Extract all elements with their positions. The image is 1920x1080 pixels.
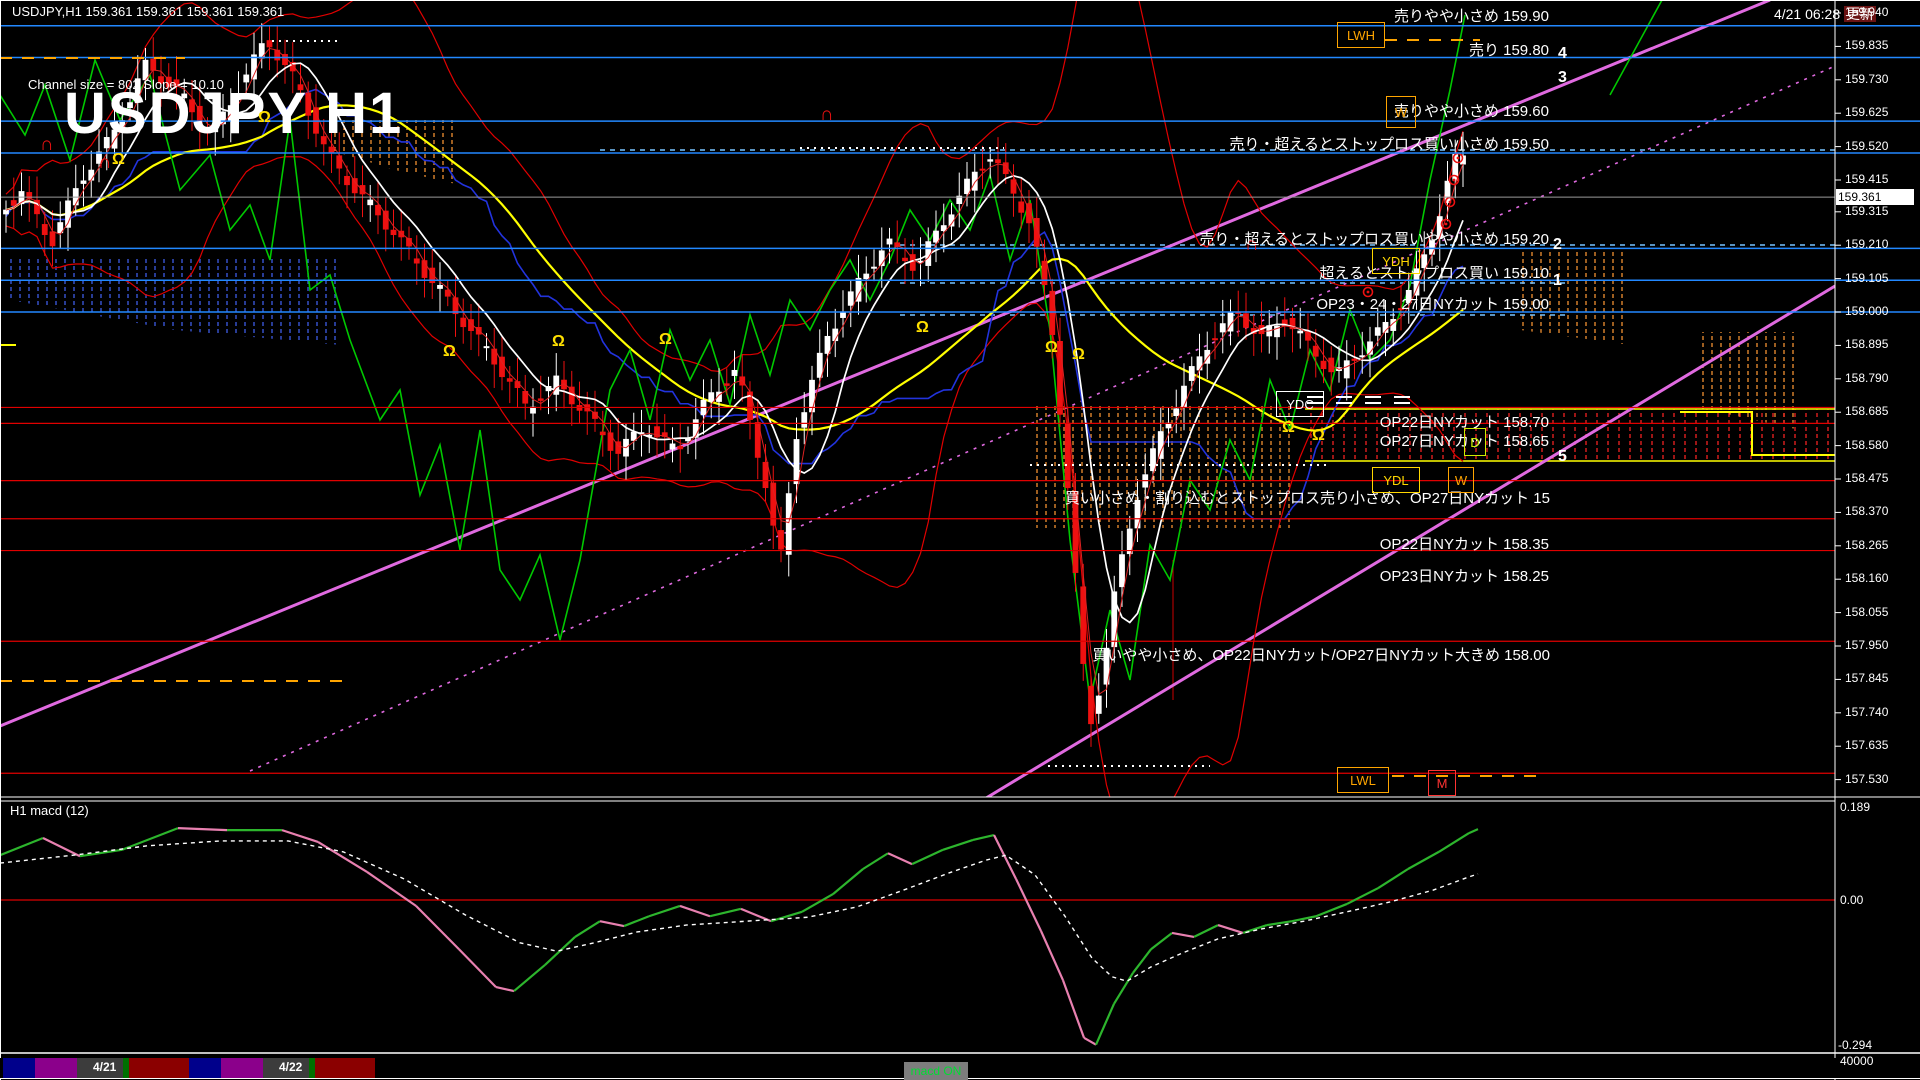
price-axis-label: 158.475 <box>1845 471 1888 485</box>
timeline-date-label: 4/22 <box>279 1060 302 1074</box>
price-axis-label: 158.790 <box>1845 371 1888 385</box>
omega-buy-signal-icon: Ω <box>659 331 672 349</box>
price-axis-label: 158.265 <box>1845 538 1888 552</box>
mt4-chart-window: USDJPY,H1 159.361 159.361 159.361 159.36… <box>0 0 1920 1080</box>
price-axis-label: 158.160 <box>1845 571 1888 585</box>
price-chart-canvas[interactable] <box>0 0 1920 1080</box>
price-axis-label: 159.520 <box>1845 139 1888 153</box>
omega-buy-signal-icon: Ω <box>258 109 271 127</box>
marker-box-ydc: YDC <box>1276 391 1324 417</box>
omega-buy-signal-icon: Ω <box>443 343 456 361</box>
price-level-annotation: 売り・超えるとストップロス買いやや小さめ 159.20 <box>1199 228 1549 249</box>
price-axis-label: 159.210 <box>1845 237 1888 251</box>
session-segment <box>35 1058 77 1078</box>
price-level-annotation: OP23日NYカット 158.25 <box>1380 565 1549 586</box>
current-price-box: 159.361 <box>1836 189 1914 205</box>
marker-box-ydl: YDL <box>1372 467 1420 493</box>
macd-axis-label: -0.294 <box>1838 1038 1872 1052</box>
marker-box-lwh: LWH <box>1337 22 1385 48</box>
omega-buy-signal-icon: Ω <box>1312 427 1325 445</box>
session-segment <box>3 1058 35 1078</box>
price-axis-label: 157.740 <box>1845 705 1888 719</box>
price-axis-label: 159.315 <box>1845 204 1888 218</box>
price-axis-label: 157.845 <box>1845 671 1888 685</box>
macd-axis-label: 40000 <box>1840 1054 1873 1068</box>
price-axis-label: 159.415 <box>1845 172 1888 186</box>
candlesticks <box>4 23 1466 747</box>
price-axis-label: 157.530 <box>1845 772 1888 786</box>
pattern-number-label: 4 <box>1558 45 1567 63</box>
macd-axis-label: 0.189 <box>1840 800 1870 814</box>
price-level-annotation: OP23・24・27日NYカット 159.00 <box>1316 293 1549 314</box>
marker-box-d: D <box>1464 428 1486 456</box>
macd-axis-label: 0.00 <box>1840 893 1863 907</box>
marker-box-w: W <box>1448 467 1474 493</box>
pattern-number-label: 5 <box>1558 448 1567 466</box>
omega-buy-signal-icon: Ω <box>552 333 565 351</box>
session-segment <box>309 1058 315 1078</box>
price-level-annotation: 売りやや小さめ 159.90 <box>1394 5 1549 26</box>
price-axis-label: 157.635 <box>1845 738 1888 752</box>
price-level-annotation: OP22日NYカット 158.35 <box>1380 533 1549 554</box>
price-level-annotation: 買いやや小さめ、OP22日NYカット/OP27日NYカット大きめ 158.00 <box>1092 644 1550 665</box>
price-level-annotation: 買い小さめ・割り込むとストップロス売り小さめ、OP27日NYカット 15 <box>1065 487 1550 508</box>
price-axis-label: 157.950 <box>1845 638 1888 652</box>
price-axis-label: 159.625 <box>1845 105 1888 119</box>
price-level-annotation: 超えるとストップロス買い 159.10 <box>1319 262 1549 283</box>
price-axis-label: 159.940 <box>1845 5 1888 19</box>
price-level-annotation: 売りやや小さめ 159.60 <box>1394 100 1549 121</box>
price-level-annotation: 売り 159.80 <box>1469 39 1549 60</box>
price-axis-label: 158.370 <box>1845 504 1888 518</box>
main-chart-area[interactable] <box>0 0 1862 850</box>
price-axis-label: 159.000 <box>1845 304 1888 318</box>
macd-toggle-button[interactable]: macd ON <box>904 1062 968 1080</box>
session-segment <box>189 1058 221 1078</box>
ichimoku-cloud-blue <box>10 258 340 345</box>
price-axis-label: 158.580 <box>1845 438 1888 452</box>
price-axis-label: 159.730 <box>1845 72 1888 86</box>
marker-box-lwl: LWL <box>1337 767 1389 793</box>
price-axis-label: 158.895 <box>1845 337 1888 351</box>
price-level-annotation: 売り・超えるとストップロス買い小さめ 159.50 <box>1229 133 1549 154</box>
price-axis-label: 158.055 <box>1845 605 1888 619</box>
session-segment <box>221 1058 263 1078</box>
pattern-number-label: 3 <box>1558 69 1567 87</box>
marker-box-m: M <box>1428 770 1456 796</box>
pattern-number-label: 1 <box>1553 272 1562 290</box>
price-axis-label: 159.835 <box>1845 38 1888 52</box>
omega-buy-signal-icon: Ω <box>112 151 125 169</box>
arch-sell-signal-icon: ∩ <box>40 134 54 156</box>
omega-buy-signal-icon: Ω <box>1072 346 1085 364</box>
session-segment <box>123 1058 129 1078</box>
marker-box-w: W <box>1386 96 1416 128</box>
session-segment <box>315 1058 375 1078</box>
price-axis-label: 158.685 <box>1845 404 1888 418</box>
pattern-number-label: 2 <box>1553 236 1562 254</box>
session-segment <box>129 1058 189 1078</box>
marker-box-ydh: YDH <box>1372 248 1420 274</box>
price-axis-label: 159.105 <box>1845 271 1888 285</box>
macd-panel[interactable] <box>0 828 1835 1045</box>
omega-buy-signal-icon: Ω <box>916 319 929 337</box>
arch-sell-signal-icon: ∩ <box>98 152 112 174</box>
omega-buy-signal-icon: Ω <box>1282 419 1295 437</box>
arch-sell-signal-icon: ∩ <box>820 104 834 126</box>
omega-buy-signal-icon: Ω <box>1045 339 1058 357</box>
timeline-date-label: 4/21 <box>93 1060 116 1074</box>
